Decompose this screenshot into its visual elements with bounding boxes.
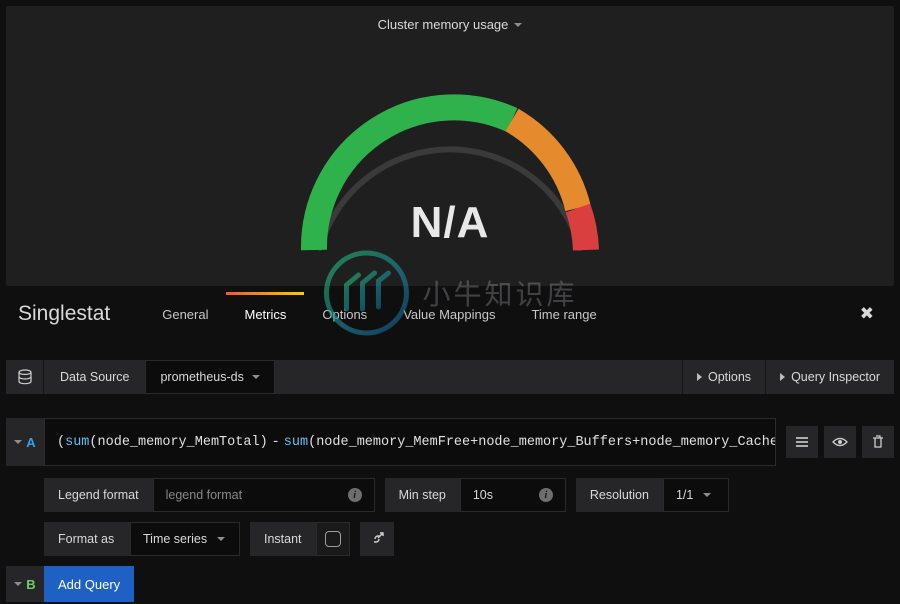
share-link-button[interactable]: [360, 522, 394, 556]
query-letter-a: A: [26, 435, 35, 450]
instant-checkbox[interactable]: [316, 522, 350, 556]
tab-value-mappings[interactable]: Value Mappings: [385, 292, 513, 336]
format-as-label: Format as: [44, 522, 130, 556]
caret-down-icon: [703, 493, 711, 497]
resolution-select[interactable]: 1/1: [663, 478, 729, 512]
query-a-options: Legend format legend format i Min step 1…: [44, 478, 894, 556]
gauge-value: N/A: [411, 198, 490, 248]
legend-format-label: Legend format: [44, 478, 153, 512]
query-toggle-b[interactable]: B: [6, 566, 44, 602]
datasource-select[interactable]: prometheus-ds: [145, 360, 274, 394]
query-letter-b: B: [26, 577, 35, 592]
query-expression-input[interactable]: (sum(node_memory_MemTotal)-sum(node_memo…: [44, 418, 776, 466]
query-inspector-button[interactable]: Query Inspector: [765, 360, 894, 394]
query-menu-button[interactable]: [786, 426, 818, 458]
close-editor-icon[interactable]: ✖: [860, 304, 874, 324]
format-as-select[interactable]: Time series: [130, 522, 240, 556]
min-step-label: Min step: [385, 478, 460, 512]
info-icon[interactable]: i: [348, 488, 362, 502]
tab-general[interactable]: General: [144, 292, 226, 336]
instant-label: Instant: [250, 522, 316, 556]
datasource-icon: [6, 360, 44, 394]
datasource-label: Data Source: [44, 360, 145, 394]
gauge: N/A: [260, 38, 640, 268]
min-step-input[interactable]: 10s i: [460, 478, 566, 512]
query-options-button[interactable]: Options: [682, 360, 765, 394]
triangle-right-icon: [697, 373, 702, 381]
triangle-right-icon: [780, 373, 785, 381]
caret-down-icon: [514, 23, 522, 27]
datasource-bar: Data Source prometheus-ds Options Query …: [6, 360, 894, 394]
panel-type-title: Singlestat: [18, 302, 110, 326]
caret-down-icon: [14, 582, 22, 586]
query-row-b: B Add Query: [6, 566, 894, 602]
resolution-label: Resolution: [576, 478, 663, 512]
caret-down-icon: [217, 537, 225, 541]
datasource-value: prometheus-ds: [160, 370, 243, 384]
query-actions: [786, 418, 894, 466]
caret-down-icon: [252, 375, 260, 379]
editor-header: Singlestat General Metrics Options Value…: [0, 292, 900, 336]
singlestat-panel: Cluster memory usage N/A: [6, 6, 894, 286]
info-icon[interactable]: i: [539, 488, 553, 502]
panel-title-text: Cluster memory usage: [378, 17, 509, 32]
tab-time-range[interactable]: Time range: [513, 292, 614, 336]
legend-format-input[interactable]: legend format i: [153, 478, 375, 512]
editor-tabs: General Metrics Options Value Mappings T…: [144, 292, 615, 336]
panel-title[interactable]: Cluster memory usage: [378, 6, 523, 34]
query-row-a: A (sum(node_memory_MemTotal)-sum(node_me…: [6, 418, 894, 466]
caret-down-icon: [14, 440, 22, 444]
tab-options[interactable]: Options: [304, 292, 385, 336]
add-query-button[interactable]: Add Query: [44, 566, 134, 602]
query-visibility-button[interactable]: [824, 426, 856, 458]
tab-metrics[interactable]: Metrics: [226, 292, 304, 336]
query-delete-button[interactable]: [862, 426, 894, 458]
query-toggle-a[interactable]: A: [6, 418, 44, 466]
